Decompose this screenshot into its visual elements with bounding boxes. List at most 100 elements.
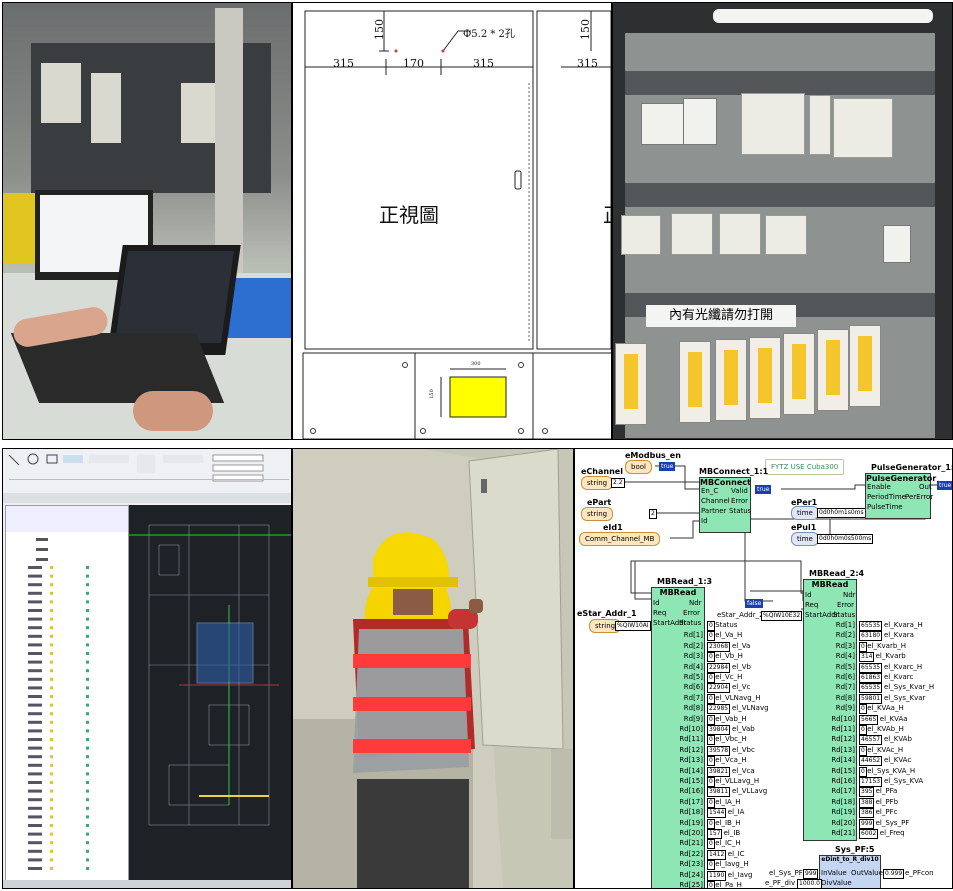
rd-port-label: Rd[17] — [831, 787, 855, 796]
output-value: 6002 — [859, 829, 879, 839]
sys-pf-name: Sys_PF:5 — [835, 845, 875, 854]
output-value: 65535 — [859, 683, 883, 694]
output-variable: el_Vbc_H — [715, 735, 747, 744]
output-variable: el_KVAb — [884, 735, 912, 744]
rd-port-label: Rd[18] — [831, 797, 855, 806]
dim-315-left: 315 — [333, 57, 354, 70]
rd-port-label: Rd[19] — [679, 818, 703, 827]
sys-pf-div-value: 1000.0 — [797, 879, 822, 888]
photo-workstation — [2, 2, 292, 440]
rd-port-label: Rd[12] — [831, 735, 855, 744]
rd-port-label: Rd[11] — [679, 735, 703, 744]
output-value: 23068 — [707, 641, 731, 652]
eid1-value: Comm_Channel_MB — [579, 532, 661, 546]
output-variable: el_IB_H — [715, 818, 741, 827]
output-variable: el_Vc_H — [715, 673, 743, 681]
output-value: 0 — [707, 860, 715, 871]
hole-note: Ф5.2 * 2孔 — [463, 29, 515, 40]
rd-port-label: Rd[23] — [679, 860, 703, 869]
output-value: 39821 — [707, 766, 731, 777]
side-view-label: 正 — [603, 199, 611, 228]
output-value: 0 — [707, 818, 715, 829]
epul1-value: 0d0h0m0s500ms — [817, 534, 874, 544]
dim-150-right: 150 — [579, 19, 592, 40]
output-variable: el_VLNavg_H — [715, 693, 761, 702]
sys-pf-out-value: 0.999 — [883, 869, 905, 879]
rd-port-label: Rd[6] — [683, 683, 703, 692]
output-variable: el_Vca_H — [715, 756, 747, 765]
layer-list — [5, 505, 129, 882]
output-variable: el_VLLavg_H — [715, 777, 760, 785]
output-variable: el_VLLavg — [732, 787, 768, 796]
dim-150: 150 — [373, 19, 386, 40]
rd-port-label: Rd[20] — [831, 818, 855, 827]
output-value: 65535 — [859, 621, 883, 631]
rd-port-label: Rd[3] — [683, 652, 703, 661]
output-variable: el_Kvara — [884, 631, 914, 640]
output-variable: el_KVAb_H — [867, 725, 904, 733]
output-value: 17153 — [859, 777, 883, 787]
rd-port-label: Rd[2] — [683, 641, 703, 650]
output-value: 44652 — [859, 756, 883, 767]
output-variable: el_Vc — [732, 683, 751, 692]
rd-port-label: Rd[3] — [835, 641, 855, 650]
output-variable: el_Kvarb — [875, 652, 906, 661]
rd-port-label: Rd[18] — [679, 808, 703, 817]
mbread2-req: false — [745, 599, 764, 608]
pulse-out: true — [937, 481, 952, 490]
output-variable: el_Vb_H — [715, 652, 743, 661]
output-value: 1544 — [707, 808, 727, 819]
epart-type: string — [581, 507, 614, 521]
output-value: 22984 — [707, 662, 731, 673]
eper1-type: time — [791, 506, 819, 520]
rd-port-label: Rd[10] — [831, 714, 855, 723]
output-variable: el_IC_H — [715, 839, 741, 848]
label-eid1: eId1 — [603, 523, 623, 532]
output-variable: el_Pa_H — [715, 881, 742, 889]
rd-port-label: Rd[5] — [835, 662, 855, 671]
front-view-label: 正視圖 — [379, 203, 439, 227]
label-emodbus: eModbus_en — [625, 451, 681, 460]
rd-port-label: Rd[22] — [679, 849, 703, 858]
output-value: 314 — [859, 652, 875, 663]
rd-port-label: Rd[5] — [683, 673, 703, 681]
output-value: 0 — [859, 725, 867, 735]
photo-cabinet-interior: 內有光纖請勿打開 — [612, 2, 953, 440]
output-variable: el_Kvarb_H — [867, 641, 907, 650]
rd-port-label: Rd[15] — [831, 766, 855, 775]
output-variable: el_Vab — [732, 725, 755, 733]
output-variable: el_IB — [723, 829, 741, 837]
output-value: 0 — [707, 673, 715, 683]
label-echannel: eChannel — [581, 467, 623, 476]
output-value: 386 — [859, 808, 875, 819]
output-variable: el_KVAa_H — [867, 704, 904, 713]
output-variable: el_Sys_Kvar_H — [884, 683, 935, 692]
cad-drawing-canvas[interactable] — [129, 505, 291, 880]
output-value: 0 — [859, 641, 867, 652]
rd-port-label: Rd[4] — [835, 652, 855, 661]
output-value: 0 — [707, 652, 715, 663]
cad-software-screenshot — [2, 448, 292, 889]
output-value: 0 — [707, 631, 715, 642]
output-value: 0 — [707, 621, 715, 631]
output-variable: el_KVAa — [879, 714, 908, 723]
output-value: 22904 — [707, 683, 731, 694]
rd-port-label: Rd[11] — [831, 725, 855, 733]
output-variable: el_Vbc — [732, 745, 755, 754]
function-block-diagram: FYTZ USE Cuba300 eModbus_en bool true eC… — [574, 448, 953, 889]
yellow-height: 150 — [428, 389, 435, 399]
rd-port-label: Rd[15] — [679, 777, 703, 785]
output-variable: el_PFa — [875, 787, 898, 796]
rd-port-label: Rd[8] — [683, 704, 703, 713]
output-variable: el_PFb — [875, 797, 899, 806]
rd-port-label: Rd[21] — [831, 829, 855, 837]
dim-315-right: 315 — [577, 57, 598, 70]
rd-port-label: Rd[25] — [679, 881, 703, 889]
rd-port-label: Rd[6] — [835, 673, 855, 681]
output-value: 22985 — [707, 704, 731, 715]
output-variable: el_Freq — [879, 829, 905, 837]
output-value: 0 — [707, 735, 715, 746]
output-variable: el_IA — [727, 808, 745, 817]
epul1-type: time — [791, 532, 819, 546]
dim-315-mid: 315 — [473, 57, 494, 70]
